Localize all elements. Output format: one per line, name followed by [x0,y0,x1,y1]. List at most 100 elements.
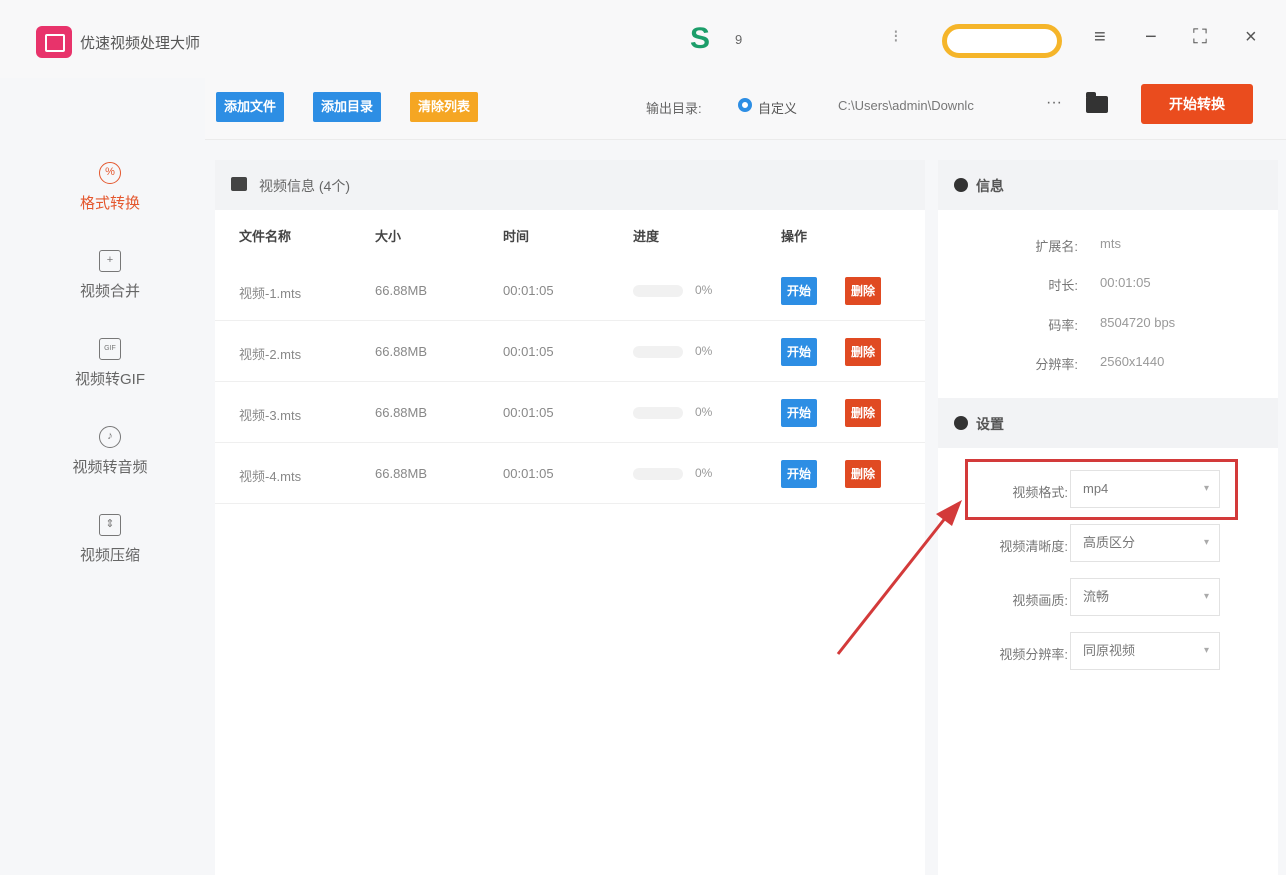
progress-percent: 0% [695,405,713,419]
more-icon[interactable]: ··· [1046,94,1062,112]
settings-header: 设置 [938,398,1278,448]
clear-list-button[interactable]: 清除列表 [410,92,479,122]
delete-button[interactable]: 删除 [845,460,882,488]
video-fps-select[interactable]: 流畅 ▾ [1070,578,1220,616]
file-size: 66.88MB [375,405,428,420]
custom-output-label: 自定义 [758,101,798,116]
sidebar-item-compress[interactable]: ⇕ 视频压缩 [55,514,165,565]
separator-icon: ⁝ [893,26,899,46]
video-resolution-label: 视频分辨率: [999,647,1068,662]
file-name: 视频-4.mts [239,469,302,484]
format-convert-icon: % [99,162,121,184]
file-list-title: 视频信息 (4个) [259,178,350,194]
sidebar-item-gif[interactable]: GIF 视频转GIF [55,338,165,389]
video-resolution-select[interactable]: 同原视频 ▾ [1070,632,1220,670]
info-header: 信息 [938,160,1278,210]
progress-percent: 0% [695,344,713,358]
settings-title: 设置 [976,416,1004,432]
sidebar-item-merge[interactable]: + 视频合并 [55,250,165,301]
minimize-icon[interactable]: − [1145,26,1157,49]
delete-button[interactable]: 删除 [845,399,882,427]
gif-icon: GIF [99,338,121,360]
progress-bar [633,346,683,358]
add-directory-button[interactable]: 添加目录 [313,92,382,122]
start-button[interactable]: 开始 [781,399,818,427]
highlight-box [965,459,1238,520]
bitrate-label: 码率: [1048,318,1078,333]
progress-percent: 0% [695,466,713,480]
file-size: 66.88MB [375,466,428,481]
sidebar-item-format-convert[interactable]: % 格式转换 [55,162,165,213]
table-row: 视频-2.mts 66.88MB 00:01:05 0% 开始 删除 [215,322,925,382]
folder-icon[interactable] [1086,92,1108,113]
video-quality-select[interactable]: 高质区分 ▾ [1070,524,1220,562]
file-time: 00:01:05 [503,344,554,359]
file-list-header: 视频信息 (4个) [215,160,925,210]
settings-icon [954,416,968,430]
column-header: 时间 [503,229,530,244]
s-badge-count: 9 [735,32,743,47]
delete-button[interactable]: 删除 [845,277,882,305]
menu-icon[interactable]: ≡ [1094,26,1106,49]
video-quality-value: 高质区分 [1083,535,1136,550]
custom-output-radio[interactable] [738,98,752,112]
chevron-down-icon: ▾ [1203,591,1209,602]
duration-label: 时长: [1048,278,1078,293]
start-button[interactable]: 开始 [781,460,818,488]
sidebar-item-label: 视频压缩 [79,547,140,564]
video-resolution-value: 同原视频 [1083,643,1136,658]
column-header: 大小 [375,229,402,244]
chevron-down-icon: ▾ [1203,645,1209,656]
output-path-field[interactable]: C:\Users\admin\Downlc [838,98,1038,113]
start-button[interactable]: 开始 [781,338,818,366]
ext-value: mts [1100,236,1121,251]
bitrate-value: 8504720 bps [1100,315,1176,330]
add-file-button[interactable]: 添加文件 [216,92,285,122]
column-header: 操作 [781,229,808,244]
start-convert-button[interactable]: 开始转换 [1141,84,1253,124]
file-time: 00:01:05 [503,283,554,298]
start-button[interactable]: 开始 [781,277,818,305]
sidebar-item-label: 视频转GIF [75,371,145,388]
vip-button[interactable] [942,24,1062,58]
compress-icon: ⇕ [99,514,121,536]
progress-percent: 0% [695,283,713,297]
table-row: 视频-3.mts 66.88MB 00:01:05 0% 开始 删除 [215,383,925,443]
chevron-down-icon: ▾ [1203,537,1209,548]
sidebar-item-label: 视频转音频 [72,459,148,476]
app-title: 优速视频处理大师 [80,35,201,52]
video-quality-label: 视频清晰度: [999,539,1068,554]
file-list-panel: 视频信息 (4个) 文件名称 大小 时间 进度 操作 视频-1.mts 66.8… [215,160,925,875]
table-row: 视频-4.mts 66.88MB 00:01:05 0% 开始 删除 [215,444,925,504]
file-name: 视频-2.mts [239,347,302,362]
file-size: 66.88MB [375,344,428,359]
video-fps-value: 流畅 [1083,589,1110,604]
app-logo-icon [36,26,72,58]
delete-button[interactable]: 删除 [845,338,882,366]
column-header: 进度 [633,229,660,244]
close-icon[interactable]: × [1245,26,1257,49]
file-time: 00:01:05 [503,466,554,481]
s-badge-icon[interactable]: S [690,22,710,56]
info-icon [954,178,968,192]
info-title: 信息 [976,178,1004,194]
video-fps-label: 视频画质: [1012,593,1068,608]
sidebar-item-audio[interactable]: ♪ 视频转音频 [55,426,165,477]
maximize-icon[interactable]: ⛶ [1193,26,1207,49]
duration-value: 00:01:05 [1100,275,1151,290]
sidebar-item-label: 视频合并 [79,283,140,300]
output-dir-label: 输出目录: [646,101,702,116]
progress-bar [633,468,683,480]
video-info-icon [231,177,247,191]
ext-label: 扩展名: [1035,239,1078,254]
file-name: 视频-1.mts [239,286,302,301]
file-name: 视频-3.mts [239,408,302,423]
file-size: 66.88MB [375,283,428,298]
resolution-value: 2560x1440 [1100,354,1165,369]
progress-bar [633,285,683,297]
audio-icon: ♪ [99,426,121,448]
merge-icon: + [99,250,121,272]
file-time: 00:01:05 [503,405,554,420]
progress-bar [633,407,683,419]
resolution-label: 分辨率: [1035,357,1078,372]
